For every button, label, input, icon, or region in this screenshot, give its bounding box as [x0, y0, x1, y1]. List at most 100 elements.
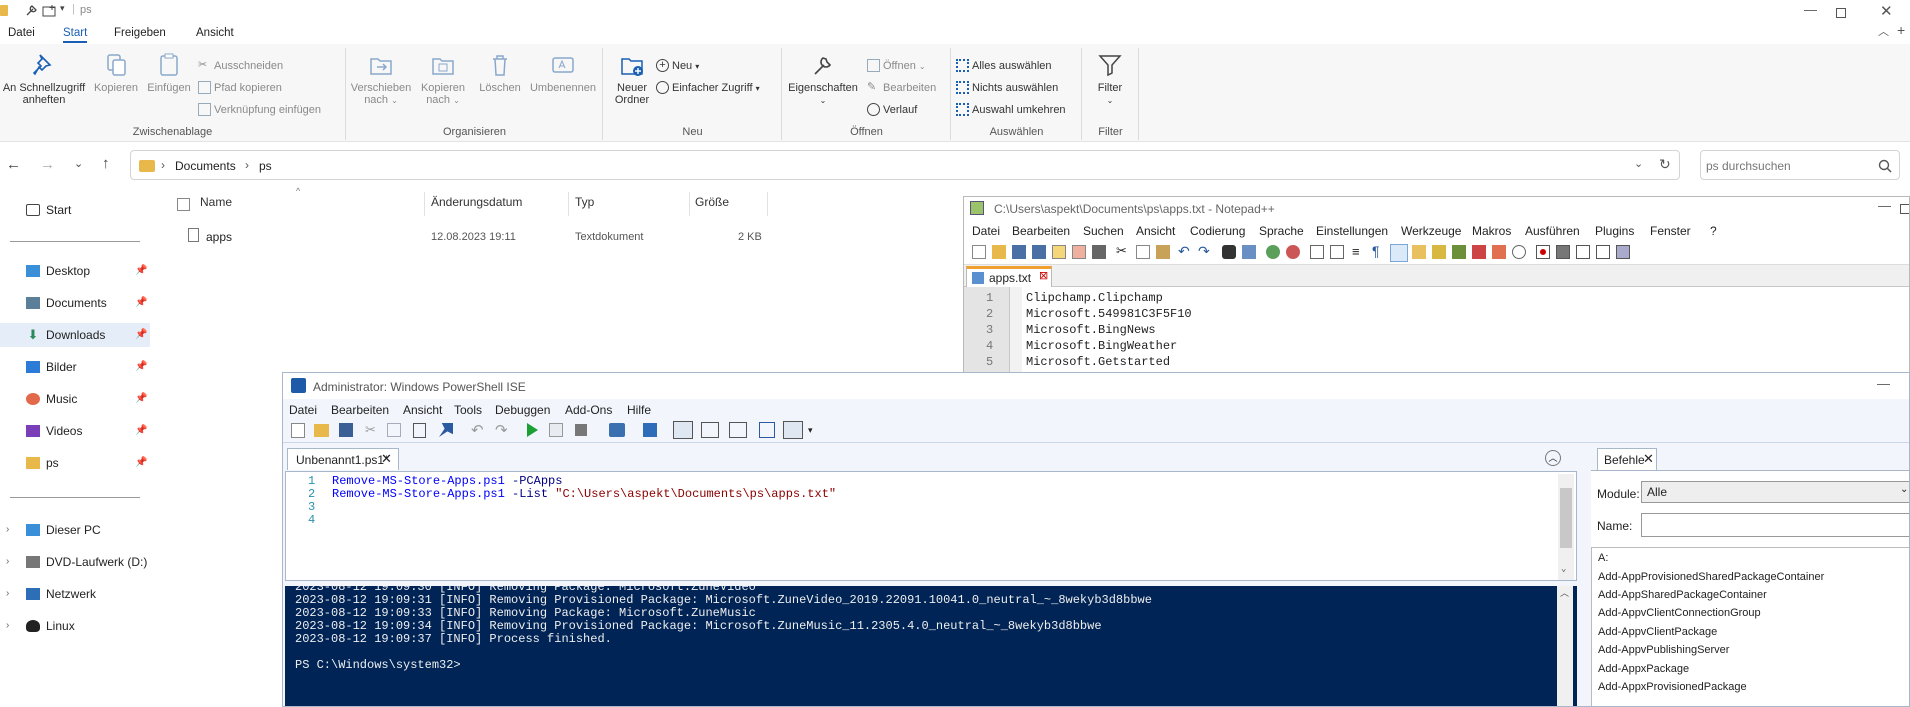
- scrollbar-thumb[interactable]: [1560, 488, 1572, 548]
- column-divider[interactable]: [568, 192, 569, 216]
- open-script-icon[interactable]: [314, 424, 329, 437]
- nav-item-music[interactable]: Music: [26, 387, 77, 411]
- menu-item[interactable]: Add-Ons: [565, 403, 612, 417]
- minimize-icon[interactable]: —: [1877, 376, 1890, 391]
- folder-as-workspace-icon[interactable]: [1472, 245, 1486, 259]
- paste-icon[interactable]: [413, 423, 426, 438]
- pin-icon[interactable]: 📌: [135, 393, 147, 404]
- paste-icon[interactable]: [1156, 245, 1170, 259]
- save-all-icon[interactable]: [1032, 245, 1046, 259]
- copy-path-button[interactable]: Pfad kopieren: [198, 80, 282, 96]
- sync-scroll-v-icon[interactable]: [1310, 245, 1324, 259]
- pin-icon[interactable]: 📌: [135, 457, 147, 468]
- nav-item-videos[interactable]: Videos: [26, 419, 82, 443]
- expand-chevron-icon[interactable]: ›: [6, 556, 9, 567]
- tab-close-icon[interactable]: ✕: [1643, 451, 1654, 467]
- function-list-icon[interactable]: [1452, 245, 1466, 259]
- list-item[interactable]: A:: [1598, 552, 1608, 564]
- new-file-icon[interactable]: [972, 245, 986, 259]
- nav-item-documents[interactable]: Documents: [26, 291, 107, 315]
- module-select[interactable]: Alle ⌄: [1641, 481, 1909, 503]
- run-macro-multiple-icon[interactable]: [1596, 245, 1610, 259]
- npp-tab-apps[interactable]: apps.txt ⊠: [966, 266, 1052, 287]
- column-divider[interactable]: [767, 192, 768, 216]
- pin-icon[interactable]: 📌: [135, 361, 147, 372]
- table-row[interactable]: apps 12.08.2023 19:11 Textdokument 2 KB: [180, 226, 780, 250]
- nav-item-pictures[interactable]: Bilder: [26, 355, 77, 379]
- script-editor[interactable]: 1 2 3 4 Remove-MS-Store-Apps.ps1 -PCApps…: [285, 471, 1577, 581]
- menu-item[interactable]: Suchen: [1083, 224, 1124, 238]
- edit-button[interactable]: ✎ Bearbeiten: [867, 80, 936, 96]
- layout-max-icon[interactable]: [729, 422, 747, 438]
- tab-share[interactable]: Freigeben: [114, 27, 166, 39]
- commands-tab[interactable]: Befehle ✕: [1597, 448, 1657, 470]
- list-item[interactable]: Add-AppxPackage: [1598, 663, 1689, 675]
- search-icon[interactable]: [1878, 159, 1892, 173]
- new-folder-quick-icon[interactable]: [42, 4, 58, 18]
- play-macro-icon[interactable]: [1576, 245, 1590, 259]
- close-icon[interactable]: ✕: [1880, 2, 1893, 20]
- column-header-type[interactable]: Typ: [575, 195, 594, 209]
- find-icon[interactable]: [1222, 245, 1236, 259]
- address-dropdown-icon[interactable]: ⌄: [1634, 157, 1643, 170]
- nav-item-dvd[interactable]: DVD-Laufwerk (D:): [26, 550, 147, 574]
- run-selection-icon[interactable]: [549, 423, 563, 437]
- save-icon[interactable]: [1012, 245, 1026, 259]
- zoom-in-icon[interactable]: [1266, 245, 1280, 259]
- nav-item-linux[interactable]: Linux: [26, 614, 75, 638]
- monitoring-icon[interactable]: [1492, 245, 1506, 259]
- word-wrap-icon[interactable]: ≡: [1352, 244, 1360, 259]
- script-tab[interactable]: Unbenannt1.ps1* ✕: [287, 448, 399, 470]
- menu-item[interactable]: Tools: [454, 403, 482, 417]
- run-script-icon[interactable]: [527, 423, 538, 437]
- nav-item-network[interactable]: Netzwerk: [26, 582, 96, 606]
- tab-view[interactable]: Ansicht: [196, 27, 234, 39]
- toolbar-overflow-icon[interactable]: ▾: [808, 425, 813, 436]
- menu-item[interactable]: Ansicht: [1136, 224, 1175, 238]
- cut-button[interactable]: ✂ Ausschneiden: [198, 58, 283, 74]
- menu-item[interactable]: ?: [1710, 224, 1717, 238]
- menu-item[interactable]: Hilfe: [627, 403, 651, 417]
- redo-icon[interactable]: ↷: [1198, 243, 1210, 260]
- expand-chevron-icon[interactable]: ›: [6, 524, 9, 535]
- replace-icon[interactable]: [1242, 245, 1256, 259]
- refresh-icon[interactable]: ↻: [1659, 156, 1671, 173]
- filter-button[interactable]: Filter ⌄: [1085, 52, 1135, 107]
- new-folder-button[interactable]: Neuer Ordner: [606, 52, 658, 106]
- close-file-icon[interactable]: [1052, 245, 1066, 259]
- tab-close-icon[interactable]: ⊠: [1039, 269, 1048, 282]
- tab-close-icon[interactable]: ✕: [381, 451, 392, 467]
- column-divider[interactable]: [689, 192, 690, 216]
- column-header-size[interactable]: Größe: [695, 195, 729, 209]
- properties-quick-icon[interactable]: [24, 4, 38, 18]
- list-item[interactable]: Add-AppvPublishingServer: [1598, 644, 1729, 656]
- select-all-button[interactable]: Alles auswählen: [956, 58, 1052, 74]
- menu-item[interactable]: Bearbeiten: [331, 403, 389, 417]
- print-icon[interactable]: [1092, 245, 1106, 259]
- select-none-button[interactable]: Nichts auswählen: [956, 80, 1058, 96]
- nav-item-this-pc[interactable]: Dieser PC: [26, 518, 101, 542]
- menu-item[interactable]: Ausführen: [1525, 224, 1580, 238]
- list-item[interactable]: Add-AppxProvisionedPackage: [1598, 681, 1747, 693]
- list-item[interactable]: Add-AppProvisionedSharedPackageContainer: [1598, 571, 1824, 583]
- sync-scroll-h-icon[interactable]: [1330, 245, 1344, 259]
- undo-icon[interactable]: ↶: [1178, 243, 1190, 260]
- paste-button[interactable]: Einfügen: [144, 52, 194, 94]
- pin-quick-access-button[interactable]: An Schnellzugriff anheften: [0, 52, 88, 106]
- scroll-up-icon[interactable]: ︿: [1560, 586, 1569, 599]
- copy-icon[interactable]: [1136, 245, 1150, 259]
- column-header-date[interactable]: Änderungsdatum: [431, 195, 522, 209]
- save-macro-icon[interactable]: [1616, 245, 1630, 259]
- nav-item-downloads[interactable]: ⬇ Downloads: [26, 323, 106, 347]
- pin-icon[interactable]: 📌: [135, 297, 147, 308]
- nav-item-desktop[interactable]: Desktop: [26, 259, 90, 283]
- help-plus-icon[interactable]: +: [1897, 22, 1905, 38]
- up-arrow-icon[interactable]: ↑: [102, 155, 110, 172]
- chevron-down-icon[interactable]: ⌄: [1900, 484, 1908, 495]
- expand-chevron-icon[interactable]: ›: [6, 620, 9, 631]
- show-script-pane-icon[interactable]: [759, 422, 775, 438]
- menu-item[interactable]: Debuggen: [495, 403, 550, 417]
- collapse-script-pane-icon[interactable]: ︿: [1545, 450, 1561, 466]
- pin-icon[interactable]: 📌: [135, 425, 147, 436]
- menu-item[interactable]: Fenster: [1650, 224, 1691, 238]
